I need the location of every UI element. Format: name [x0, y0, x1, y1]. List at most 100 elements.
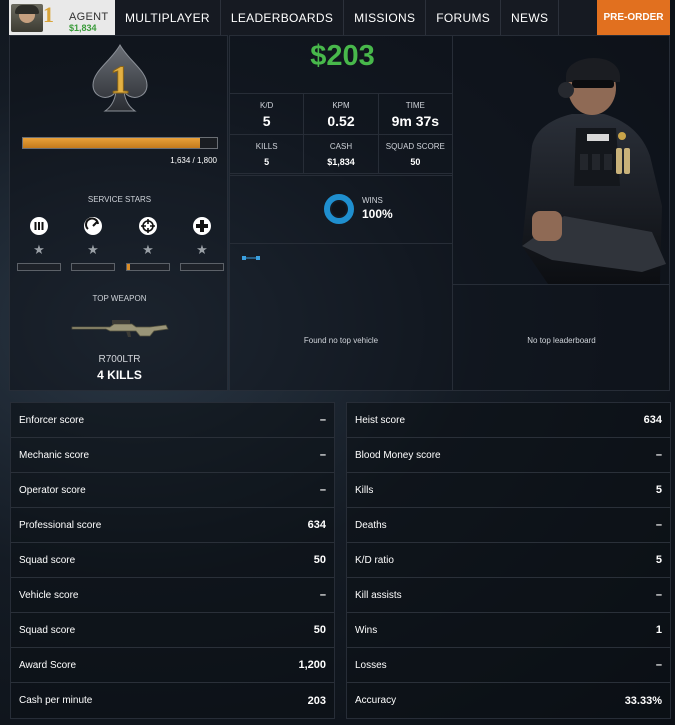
ammo-icon — [30, 217, 48, 235]
stats-grid: K/D 5 KPM 0.52 TIME 9m 37s KILLS 5 CASH … — [230, 93, 452, 174]
row-label: Blood Money score — [355, 449, 441, 461]
stat-value: 50 — [410, 157, 421, 167]
row-value: – — [319, 484, 326, 496]
service-star-bar — [17, 263, 61, 271]
divider — [230, 243, 452, 244]
stat-value: 5 — [264, 157, 270, 167]
stat-label: KILLS — [255, 142, 278, 151]
row-value: – — [655, 659, 662, 671]
agent-name: AGENT — [69, 11, 109, 23]
table-row: Vehicle score – — [11, 578, 334, 613]
stat-label: KPM — [332, 101, 350, 110]
no-vehicle-text: Found no top vehicle — [303, 336, 379, 345]
row-label: Enforcer score — [19, 414, 85, 426]
xp-progress-bar — [22, 137, 218, 149]
table-row: Award Score 1,200 — [11, 648, 334, 683]
top-weapon-name: R700LTR — [98, 354, 141, 365]
preorder-button[interactable]: PRE-ORDER — [597, 0, 670, 35]
table-row: Kills 5 — [347, 473, 670, 508]
table-row: Cash per minute 203 — [11, 683, 334, 718]
row-label: Cash per minute — [19, 695, 93, 706]
soldier-portrait — [522, 57, 666, 284]
row-value: 634 — [307, 519, 326, 531]
row-value: 1,200 — [298, 659, 326, 671]
stat-kpm: KPM 0.52 — [304, 94, 379, 134]
nav-missions[interactable]: MISSIONS — [344, 0, 427, 35]
table-row: Professional score 634 — [11, 508, 334, 543]
divider — [453, 284, 670, 285]
row-label: K/D ratio — [355, 554, 394, 566]
service-star-bar — [71, 263, 115, 271]
service-star-bar — [180, 263, 224, 271]
table-row: Deaths – — [347, 508, 670, 543]
stat-label: TIME — [405, 101, 425, 110]
table-row: Blood Money score – — [347, 438, 670, 473]
star-icon: ★ — [142, 242, 154, 257]
score-table-right: Heist score 634 Blood Money score – Kills 5 De… — [346, 402, 671, 719]
row-value: – — [655, 449, 662, 461]
row-value: 50 — [313, 554, 326, 566]
wins-value: 100% — [362, 207, 393, 221]
stat-label: SQUAD SCORE — [385, 142, 445, 151]
crosshair-icon — [139, 217, 157, 235]
stat-kd: K/D 5 — [230, 94, 305, 134]
row-label: Accuracy — [355, 695, 397, 706]
row-label: Heist score — [355, 414, 406, 426]
row-label: Award Score — [19, 659, 77, 671]
stat-value: 5 — [262, 113, 271, 129]
row-value: – — [655, 519, 662, 531]
rank-number: 1 — [110, 57, 130, 102]
row-value: 5 — [655, 484, 662, 496]
row-label: Kills — [355, 484, 374, 496]
stats-row: KILLS 5 CASH $1,834 SQUAD SCORE 50 — [230, 135, 452, 174]
service-stars-title: SERVICE STARS — [87, 195, 152, 204]
gauge-icon — [84, 217, 102, 235]
row-value: 203 — [307, 694, 326, 707]
score-table-left: Enforcer score – Mechanic score – Operator s… — [10, 402, 335, 719]
service-star-3[interactable]: ★ — [126, 216, 170, 271]
agent-profile-chip[interactable]: 1 AGENT $1,834 — [9, 0, 115, 35]
row-label: Operator score — [19, 484, 86, 496]
star-icon: ★ — [33, 242, 45, 257]
wins-ring-chart — [324, 194, 354, 224]
service-star-4[interactable]: ★ — [180, 216, 224, 271]
table-row: Kill assists – — [347, 578, 670, 613]
service-star-2[interactable]: ★ — [71, 216, 115, 271]
table-row: Losses – — [347, 648, 670, 683]
nav-forums[interactable]: FORUMS — [426, 0, 502, 35]
nav-multiplayer[interactable]: MULTIPLAYER — [115, 0, 221, 35]
agent-rank-badge: 1 — [43, 2, 54, 27]
nav-leaderboards[interactable]: LEADERBOARDS — [221, 0, 345, 35]
nav-news[interactable]: NEWS — [501, 0, 560, 35]
stat-cash: CASH $1,834 — [304, 135, 379, 173]
service-star-1[interactable]: ★ — [17, 216, 61, 271]
row-label: Professional score — [19, 519, 102, 531]
summary-panel: $203 K/D 5 KPM 0.52 TIME 9m 37s KILLS 5 … — [229, 35, 670, 391]
agent-cash: $1,834 — [69, 23, 97, 33]
table-row: Wins 1 — [347, 613, 670, 648]
row-label: Squad score — [19, 624, 76, 636]
row-label: Kill assists — [355, 589, 402, 601]
table-row: Squad score 50 — [11, 543, 334, 578]
avatar — [11, 3, 43, 32]
top-nav: 1 AGENT $1,834 MULTIPLAYER LEADERBOARDS … — [9, 0, 670, 35]
rifle-icon — [71, 320, 169, 337]
table-row: Heist score 634 — [347, 403, 670, 438]
stat-time: TIME 9m 37s — [379, 94, 452, 134]
row-label: Deaths — [355, 519, 387, 531]
vehicle-icon — [242, 256, 260, 260]
row-value: – — [319, 449, 326, 461]
stat-squad-score: SQUAD SCORE 50 — [379, 135, 452, 173]
row-label: Mechanic score — [19, 449, 90, 461]
divider — [230, 175, 452, 176]
star-icon: ★ — [196, 242, 208, 257]
stat-value: 9m 37s — [391, 113, 440, 129]
stat-kills: KILLS 5 — [230, 135, 305, 173]
xp-text: 1,634 / 1,800 — [170, 156, 217, 165]
top-weapon-title: TOP WEAPON — [92, 294, 147, 303]
table-row: Accuracy 33.33% — [347, 683, 670, 718]
table-row: K/D ratio 5 — [347, 543, 670, 578]
row-value: – — [655, 589, 662, 601]
stat-value: $1,834 — [327, 157, 355, 167]
profile-panel: 1 1,634 / 1,800 SERVICE STARS ★ ★ ★ ★ TO… — [9, 35, 228, 391]
